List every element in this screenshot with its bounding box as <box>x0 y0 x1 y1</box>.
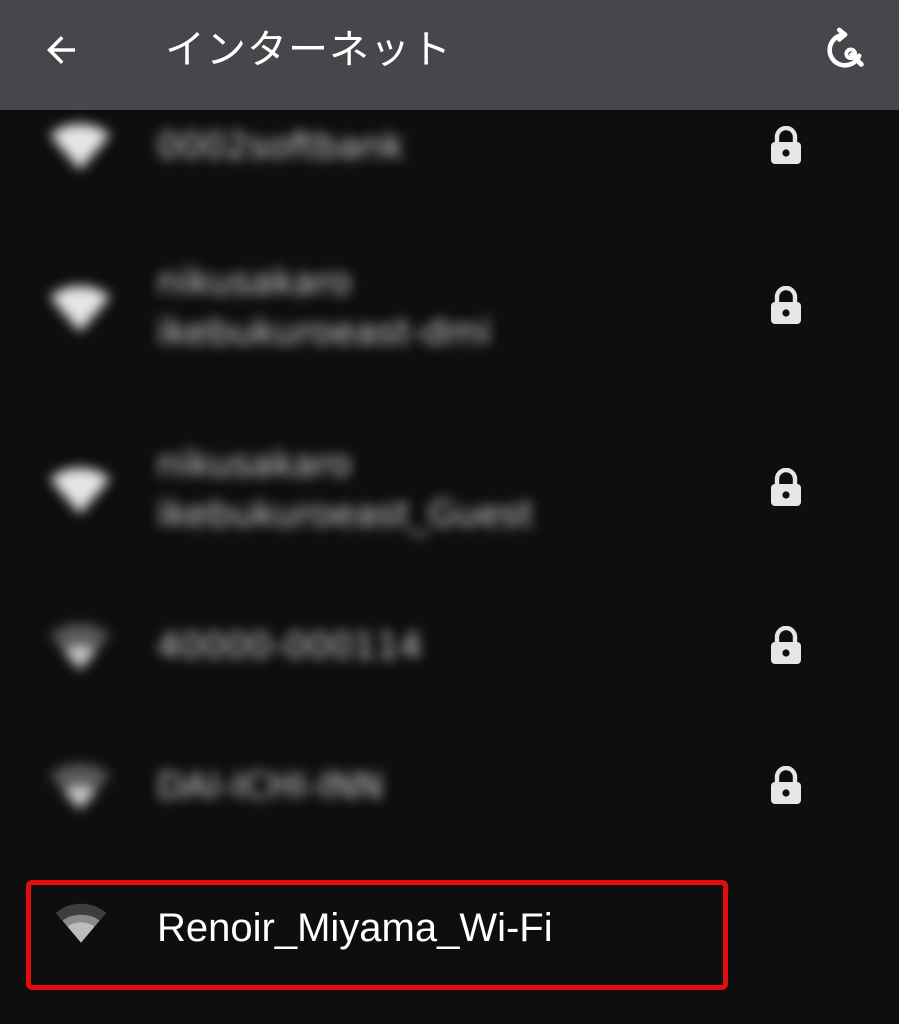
network-ssid: nikusakaro <box>157 262 352 303</box>
app-bar: インターネット <box>0 0 899 110</box>
wifi-signal-weak-icon <box>50 764 110 810</box>
wifi-signal-weak-icon <box>50 624 110 670</box>
back-button[interactable] <box>30 22 92 78</box>
network-ssid: nikusakaro <box>157 444 352 485</box>
network-row[interactable]: 40000-000114 <box>0 612 899 682</box>
lock-icon <box>771 468 801 506</box>
refresh-button[interactable] <box>815 20 875 80</box>
arrow-back-icon <box>47 36 75 64</box>
lock-icon <box>771 766 801 804</box>
wifi-signal-full-icon <box>50 468 110 514</box>
lock-icon <box>771 626 801 664</box>
highlighted-network-ssid: Renoir_Miyama_Wi-Fi <box>157 906 553 950</box>
wifi-signal-medium-icon <box>55 903 107 943</box>
wifi-signal-full-icon <box>50 286 110 332</box>
refresh-icon <box>827 27 864 68</box>
network-row[interactable]: nikusakaro ikebukuroeast_Guest <box>0 432 899 542</box>
lock-icon <box>771 286 801 324</box>
network-ssid: 40000-000114 <box>157 626 422 667</box>
network-ssid-line2: ikebukuroeast_Guest <box>157 494 534 535</box>
network-row[interactable]: 0002softbank <box>0 112 899 182</box>
page-title: インターネット <box>165 27 452 73</box>
network-ssid: DAI-ICHI-INN <box>157 766 384 807</box>
network-ssid: 0002softbank <box>157 126 405 167</box>
network-ssid-line2: ikebukuroeast-dmi <box>157 312 491 353</box>
wifi-signal-full-icon <box>50 124 110 170</box>
network-row[interactable]: nikusakaro ikebukuroeast-dmi <box>0 250 899 360</box>
lock-icon <box>771 126 801 164</box>
network-row[interactable]: DAI-ICHI-INN <box>0 752 899 822</box>
